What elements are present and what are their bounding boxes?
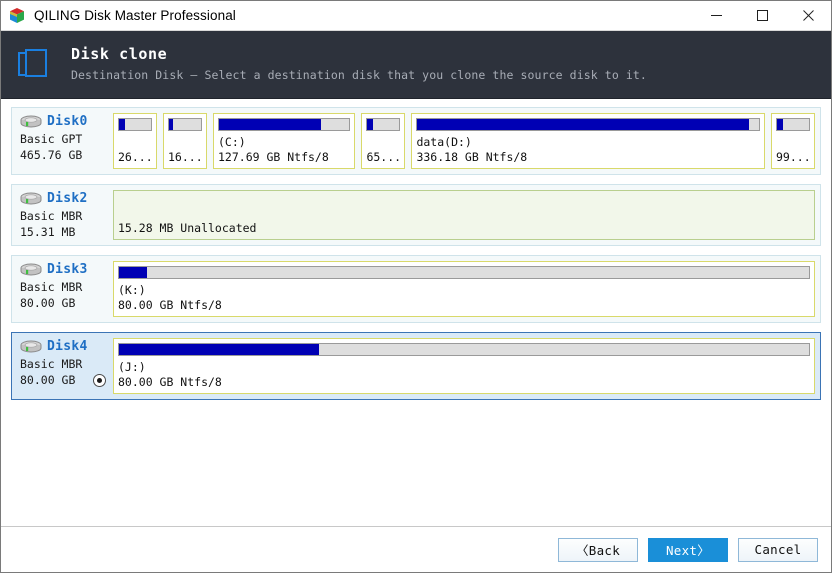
partition-usage-bar xyxy=(776,118,810,131)
disk-name: Disk2 xyxy=(47,191,88,206)
back-button[interactable]: 〈Back xyxy=(558,537,638,562)
partition-box[interactable]: data(D:) 336.18 GB Ntfs/8 xyxy=(411,113,765,169)
disk-size: 465.76 GB xyxy=(20,148,83,162)
disk-info-head: Disk0 xyxy=(20,113,113,131)
partition-label: (K:) xyxy=(118,283,146,297)
disk-row[interactable]: Disk0 Basic GPT 465.76 GB 26... 16... (C:) 127… xyxy=(11,107,821,175)
partition-usage-fill xyxy=(119,119,125,130)
disk-row[interactable]: Disk2 Basic MBR 15.31 MB 15.28 MB Unallocat… xyxy=(11,184,821,246)
disk-info: Disk3 Basic MBR 80.00 GB xyxy=(18,261,113,317)
disk-info: Disk0 Basic GPT 465.76 GB xyxy=(18,113,113,169)
partition-size: 336.18 GB Ntfs/8 xyxy=(416,150,528,164)
partition-usage-fill xyxy=(219,119,321,130)
window-title: QILING Disk Master Professional xyxy=(34,8,236,23)
hard-disk-icon xyxy=(20,115,42,130)
partition-usage-bar xyxy=(118,343,810,356)
partition-usage-bar xyxy=(218,118,351,131)
disk-clone-icon xyxy=(15,45,55,85)
disk-info-head: Disk3 xyxy=(20,261,113,279)
disk-size: 80.00 GB xyxy=(20,296,76,310)
partition-strip: (J:) 80.00 GB Ntfs/8 xyxy=(113,338,815,394)
disk-name: Disk4 xyxy=(47,339,88,354)
page-subtitle: Destination Disk – Select a destination … xyxy=(71,68,647,82)
partition-box[interactable]: 26... xyxy=(113,113,157,169)
partition-box[interactable]: 99... xyxy=(771,113,815,169)
disk-type: Basic MBR xyxy=(20,280,83,294)
partition-usage-fill xyxy=(367,119,374,130)
disk-info: Disk4 Basic MBR 80.00 GB xyxy=(18,338,113,394)
partition-usage-bar xyxy=(416,118,760,131)
partition-size: 99... xyxy=(776,150,810,164)
partition-usage-fill xyxy=(119,267,147,278)
disk-type: Basic MBR xyxy=(20,357,83,371)
next-button[interactable]: Next〉 xyxy=(648,537,728,562)
page-header: Disk clone Destination Disk – Select a d… xyxy=(1,31,831,99)
partition-label: (C:) xyxy=(218,135,246,149)
partition-usage-fill xyxy=(777,119,784,130)
disk-info: Disk2 Basic MBR 15.31 MB xyxy=(18,190,113,240)
hard-disk-icon xyxy=(20,263,42,278)
destination-radio[interactable] xyxy=(93,373,107,387)
close-icon[interactable] xyxy=(785,1,831,31)
disk-size-line: 80.00 GB xyxy=(20,295,113,311)
disk-list: Disk0 Basic GPT 465.76 GB 26... 16... (C:) 127… xyxy=(1,99,831,526)
disk-size: 80.00 GB xyxy=(20,373,76,387)
partition-box[interactable]: (K:) 80.00 GB Ntfs/8 xyxy=(113,261,815,317)
partition-usage-fill xyxy=(169,119,174,130)
disk-name: Disk3 xyxy=(47,262,88,277)
partition-box[interactable]: (C:) 127.69 GB Ntfs/8 xyxy=(213,113,356,169)
partition-label: (J:) xyxy=(118,360,146,374)
partition-size: 80.00 GB Ntfs/8 xyxy=(118,298,222,312)
partition-box[interactable]: (J:) 80.00 GB Ntfs/8 xyxy=(113,338,815,394)
disk-type: Basic MBR xyxy=(20,209,83,223)
window-controls xyxy=(693,1,831,31)
partition-size: 65... xyxy=(366,150,401,164)
disk-type: Basic GPT xyxy=(20,132,83,146)
header-texts: Disk clone Destination Disk – Select a d… xyxy=(71,45,647,84)
partition-usage-fill xyxy=(417,119,749,130)
partition-box[interactable]: 65... xyxy=(361,113,406,169)
partition-size: 16... xyxy=(168,150,202,164)
partition-usage-bar xyxy=(118,118,152,131)
disk-size-line: 465.76 GB xyxy=(20,147,113,163)
hard-disk-icon xyxy=(20,192,42,207)
maximize-icon[interactable] xyxy=(739,1,785,31)
disk-size: 15.31 MB xyxy=(20,225,76,239)
cancel-button[interactable]: Cancel xyxy=(738,537,818,562)
partition-size: 127.69 GB Ntfs/8 xyxy=(218,150,329,164)
partition-label: data(D:) xyxy=(416,135,472,149)
page-title: Disk clone xyxy=(71,45,168,63)
partition-usage-fill xyxy=(119,344,320,355)
title-bar: QILING Disk Master Professional xyxy=(1,1,831,31)
partition-strip: 15.28 MB Unallocated xyxy=(113,190,815,240)
partition-size: 15.28 MB Unallocated xyxy=(118,221,257,235)
disk-info-head: Disk2 xyxy=(20,190,113,208)
partition-strip: 26... 16... (C:) 127.69 GB Ntfs/8 65... data(… xyxy=(113,113,815,169)
app-window: QILING Disk Master Professional Disk clo… xyxy=(0,0,832,573)
partition-size: 80.00 GB Ntfs/8 xyxy=(118,375,222,389)
partition-strip: (K:) 80.00 GB Ntfs/8 xyxy=(113,261,815,317)
disk-info-head: Disk4 xyxy=(20,338,113,356)
hard-disk-icon xyxy=(20,340,42,355)
partition-usage-bar xyxy=(118,266,810,279)
disk-row[interactable]: Disk3 Basic MBR 80.00 GB (K:) 80.00 GB Ntfs/… xyxy=(11,255,821,323)
disk-row[interactable]: Disk4 Basic MBR 80.00 GB (J:) 80.00 GB Ntfs/… xyxy=(11,332,821,400)
disk-size-line: 15.31 MB xyxy=(20,224,113,240)
disk-name: Disk0 xyxy=(47,114,88,129)
disk-size-line: 80.00 GB xyxy=(20,372,113,388)
partition-box[interactable]: 15.28 MB Unallocated xyxy=(113,190,815,240)
cube-icon xyxy=(8,7,26,25)
partition-size: 26... xyxy=(118,150,152,164)
partition-box[interactable]: 16... xyxy=(163,113,207,169)
minimize-icon[interactable] xyxy=(693,1,739,31)
wizard-footer: 〈Back Next〉 Cancel xyxy=(1,526,831,572)
partition-usage-bar xyxy=(168,118,202,131)
partition-usage-bar xyxy=(366,118,401,131)
